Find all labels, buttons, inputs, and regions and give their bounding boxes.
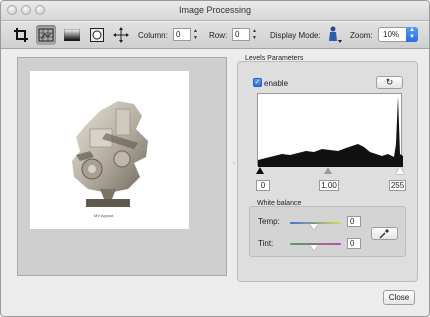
white-point-field[interactable]: 255 <box>389 180 406 191</box>
row-down-icon[interactable]: ▼ <box>251 35 258 42</box>
display-mode-button[interactable] <box>324 25 344 45</box>
eyedropper-icon <box>379 229 389 239</box>
toolbar: Column: 0 ▲ ▼ Row: 0 ▲ ▼ Display Mode: Zoo… <box>1 22 429 49</box>
gamma-field[interactable]: 1.00 <box>319 180 339 191</box>
motorcycle-engine-image: MV Agusta <box>72 101 148 218</box>
tint-label: Tint: <box>258 239 274 248</box>
column-down-icon[interactable]: ▼ <box>192 35 199 42</box>
title-bar: Image Processing <box>1 1 429 21</box>
levels-histogram <box>257 93 403 167</box>
image-view-panel[interactable]: MV Agusta <box>17 57 227 276</box>
display-mode-label: Display Mode: <box>270 31 321 40</box>
chevron-updown-icon[interactable]: ▲ ▼ <box>406 27 418 42</box>
row-field[interactable]: 0 <box>232 28 250 41</box>
temp-label: Temp: <box>258 217 280 226</box>
move-button[interactable] <box>111 25 131 45</box>
zoom-select[interactable]: 10% ▲ ▼ <box>378 27 418 42</box>
crop-icon <box>14 28 28 42</box>
zoom-label: Zoom: <box>350 31 373 40</box>
white-point-handle[interactable] <box>396 167 404 174</box>
image-processing-window: Image Processing Column: 0 ▲ ▼ Row: 0 ▲ ▼ … <box>0 0 430 317</box>
enable-label: enable <box>264 79 289 88</box>
refresh-icon: ↻ <box>385 77 394 87</box>
image-caption: MV Agusta <box>94 213 114 218</box>
display-mode-figure-icon <box>329 26 342 43</box>
close-button[interactable]: Close <box>383 290 415 305</box>
circle-mask-icon <box>90 28 104 42</box>
histogram-graph <box>258 96 403 167</box>
circle-mask-button[interactable] <box>87 25 107 45</box>
black-point-field[interactable]: 0 <box>256 180 270 191</box>
eyedropper-button[interactable] <box>371 227 398 240</box>
gradient-button[interactable] <box>62 25 82 45</box>
reset-levels-button[interactable]: ↻ <box>376 76 403 89</box>
temp-field[interactable]: 0 <box>347 216 361 227</box>
window-title: Image Processing <box>178 5 252 15</box>
temp-slider-thumb[interactable] <box>310 224 318 230</box>
image-grid-icon <box>38 28 54 42</box>
row-stepper[interactable]: 0 ▲ ▼ <box>232 28 258 42</box>
row-label: Row: <box>209 31 228 40</box>
zoom-value: 10% <box>383 30 400 39</box>
image-canvas: MV Agusta <box>30 71 189 229</box>
tint-field[interactable]: 0 <box>347 238 361 249</box>
crop-button[interactable] <box>11 25 31 45</box>
column-stepper[interactable]: 0 ▲ ▼ <box>173 28 199 42</box>
move-arrows-icon <box>113 27 129 43</box>
black-point-handle[interactable] <box>256 167 264 174</box>
image-grid-button[interactable] <box>36 25 56 45</box>
enable-checkbox[interactable]: ✓ <box>253 78 262 87</box>
column-label: Column: <box>138 31 168 40</box>
gamma-handle[interactable] <box>324 167 332 174</box>
gradient-icon <box>64 29 80 41</box>
tint-slider-thumb[interactable] <box>310 245 318 251</box>
column-field[interactable]: 0 <box>173 28 191 41</box>
